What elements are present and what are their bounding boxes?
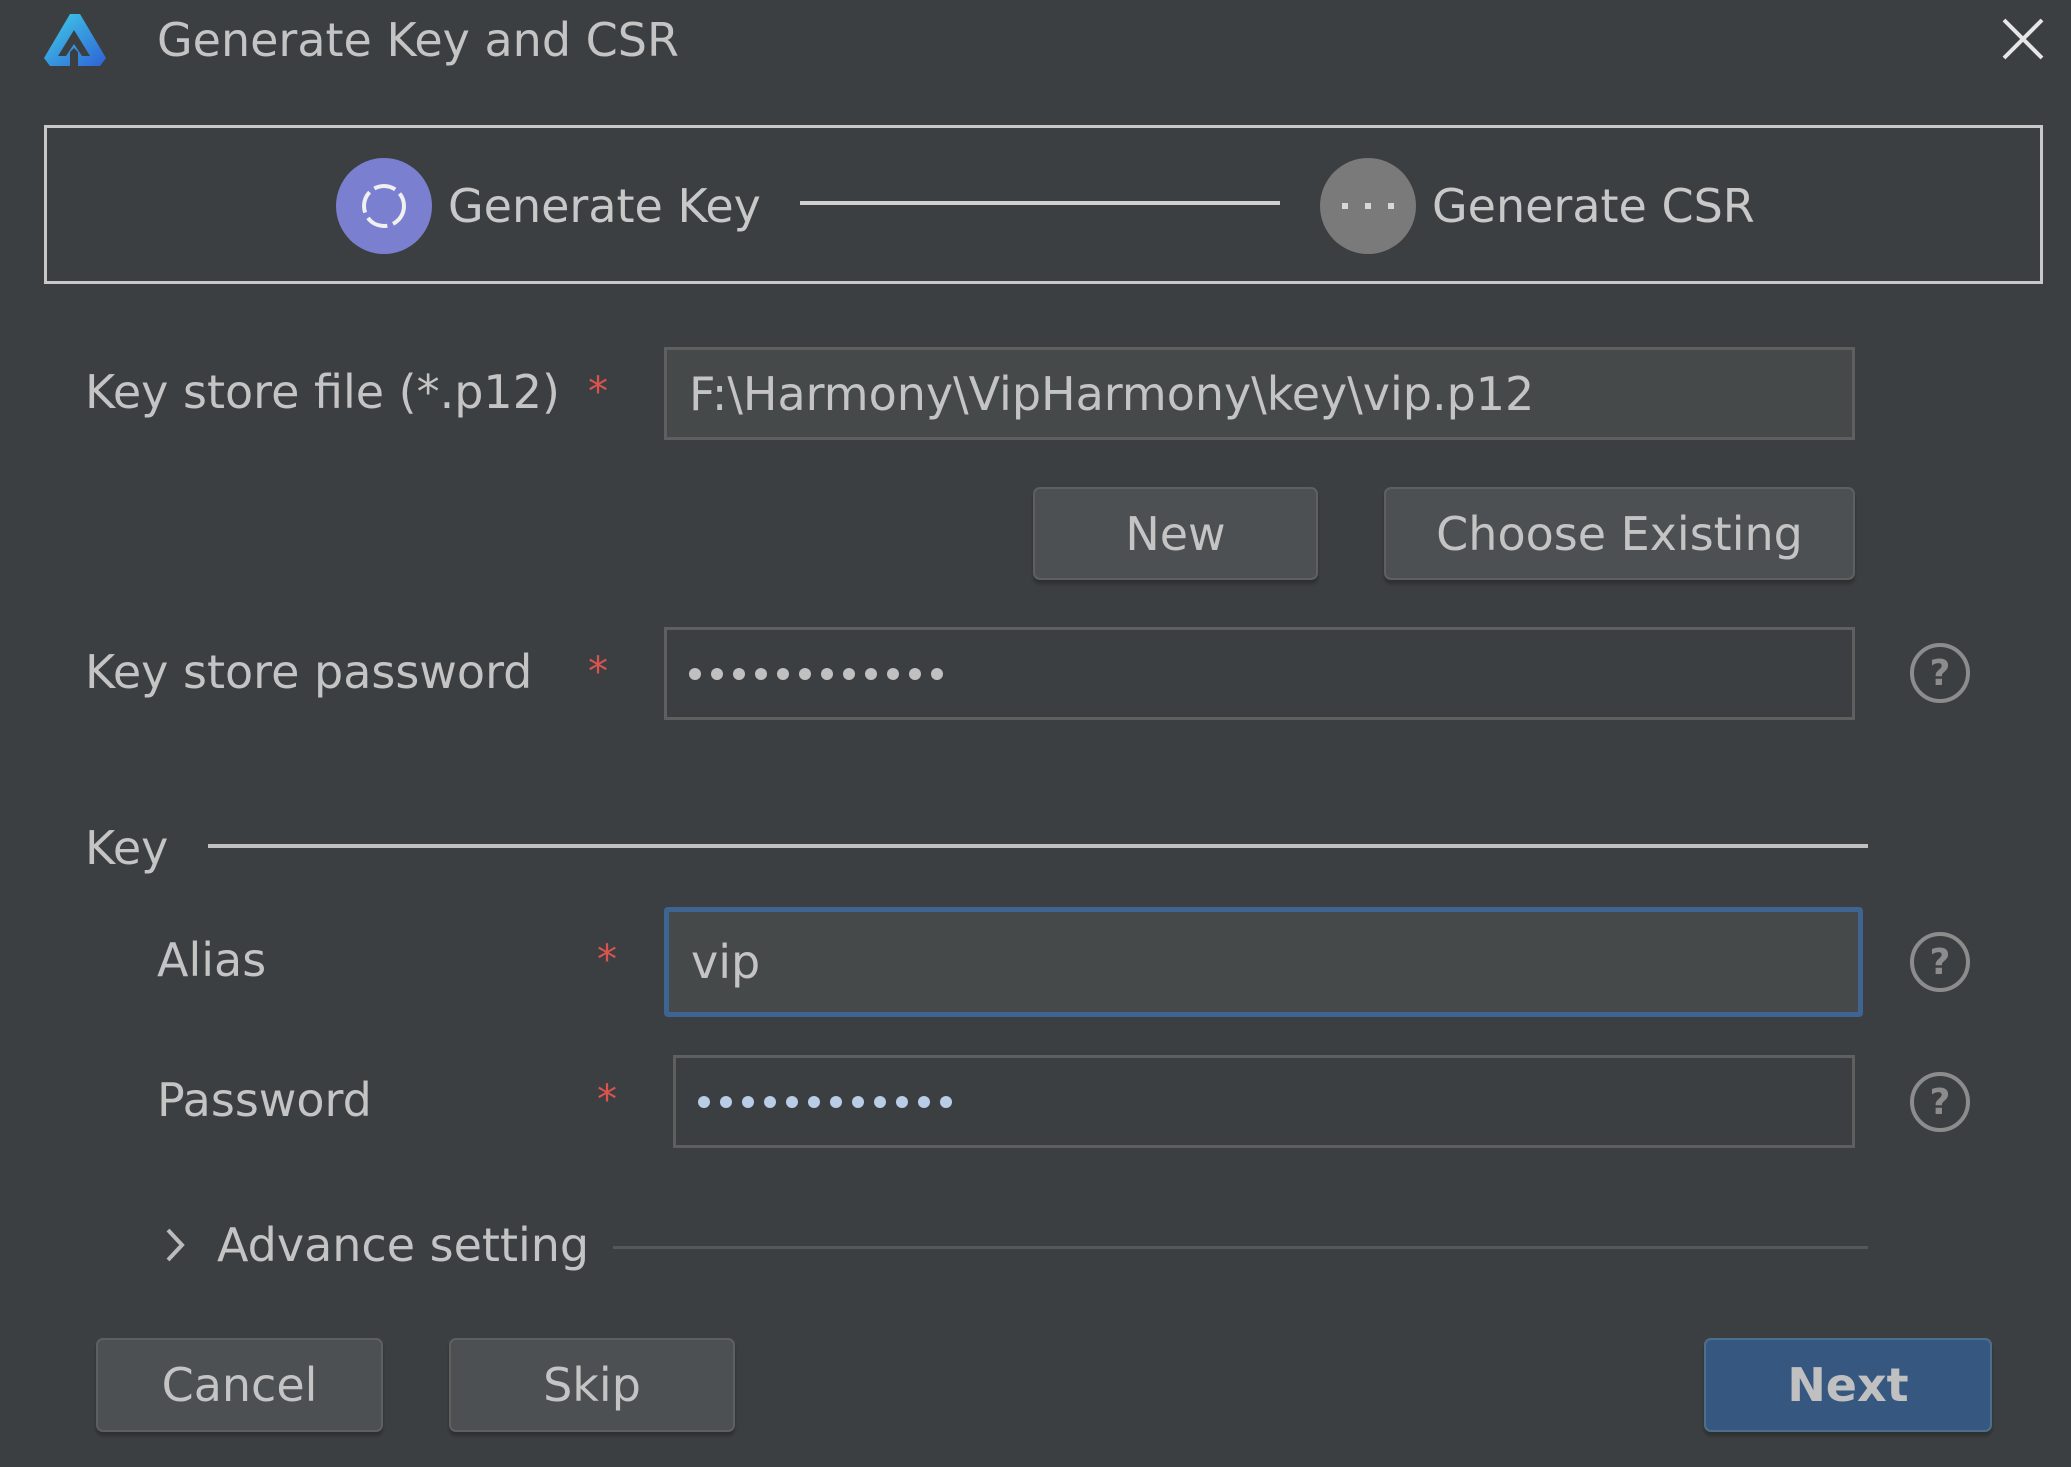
dialog-title: Generate Key and CSR	[157, 13, 679, 67]
password-dot	[755, 667, 767, 680]
password-dot	[733, 667, 745, 680]
help-icon[interactable]: ?	[1908, 641, 1972, 705]
password-dot	[720, 1095, 732, 1108]
advance-setting-divider	[613, 1246, 1868, 1249]
password-dot	[931, 667, 943, 680]
step-generate-key-indicator	[336, 158, 432, 254]
password-dot	[777, 667, 789, 680]
help-icon[interactable]: ?	[1908, 1070, 1972, 1134]
password-dot	[808, 1095, 820, 1108]
choose-existing-button[interactable]: Choose Existing	[1384, 487, 1855, 580]
loading-icon	[362, 184, 406, 228]
more-dots-icon	[1342, 203, 1394, 209]
alias-label: Alias	[157, 933, 267, 987]
svg-text:?: ?	[1930, 1082, 1951, 1123]
key-section-divider	[208, 844, 1868, 848]
alias-input[interactable]: vip	[664, 907, 1863, 1017]
password-dot	[843, 667, 855, 680]
harmony-logo-icon	[40, 12, 112, 68]
keystore-password-label: Key store password	[85, 645, 533, 699]
masked-password	[698, 1095, 952, 1108]
password-dot	[799, 667, 811, 680]
keystore-file-value: F:\Harmony\VipHarmony\key\vip.p12	[689, 366, 1535, 421]
password-dot	[698, 1095, 710, 1108]
key-password-input[interactable]	[673, 1055, 1855, 1148]
password-dot	[918, 1095, 930, 1108]
keystore-file-label: Key store file (*.p12)	[85, 365, 560, 419]
keystore-file-input[interactable]: F:\Harmony\VipHarmony\key\vip.p12	[664, 347, 1855, 440]
password-dot	[852, 1095, 864, 1108]
password-dot	[711, 667, 723, 680]
password-dot	[821, 667, 833, 680]
step-connector	[800, 201, 1280, 205]
password-dot	[865, 667, 877, 680]
password-dot	[887, 667, 899, 680]
keystore-password-input[interactable]	[664, 627, 1855, 720]
password-dot	[874, 1095, 886, 1108]
close-icon[interactable]	[2000, 16, 2046, 62]
required-marker: *	[588, 369, 608, 415]
password-dot	[896, 1095, 908, 1108]
cancel-button[interactable]: Cancel	[96, 1338, 383, 1432]
masked-password	[689, 667, 943, 680]
password-dot	[689, 667, 701, 680]
password-dot	[830, 1095, 842, 1108]
required-marker: *	[597, 937, 617, 983]
new-keystore-button[interactable]: New	[1033, 487, 1318, 580]
password-dot	[742, 1095, 754, 1108]
password-dot	[940, 1095, 952, 1108]
required-marker: *	[588, 649, 608, 695]
step-generate-csr-label: Generate CSR	[1432, 179, 1755, 233]
chevron-right-icon[interactable]	[160, 1220, 190, 1270]
svg-text:?: ?	[1930, 942, 1951, 983]
password-dot	[786, 1095, 798, 1108]
alias-value: vip	[691, 935, 761, 989]
step-generate-key-label: Generate Key	[448, 179, 761, 233]
key-password-label: Password	[157, 1073, 372, 1127]
next-button[interactable]: Next	[1704, 1338, 1992, 1432]
password-dot	[909, 667, 921, 680]
help-icon[interactable]: ?	[1908, 930, 1972, 994]
required-marker: *	[597, 1077, 617, 1123]
password-dot	[764, 1095, 776, 1108]
step-generate-csr-indicator	[1320, 158, 1416, 254]
advance-setting-toggle[interactable]: Advance setting	[217, 1215, 589, 1275]
skip-button[interactable]: Skip	[449, 1338, 735, 1432]
svg-text:?: ?	[1930, 653, 1951, 694]
key-section-label: Key	[85, 821, 169, 875]
